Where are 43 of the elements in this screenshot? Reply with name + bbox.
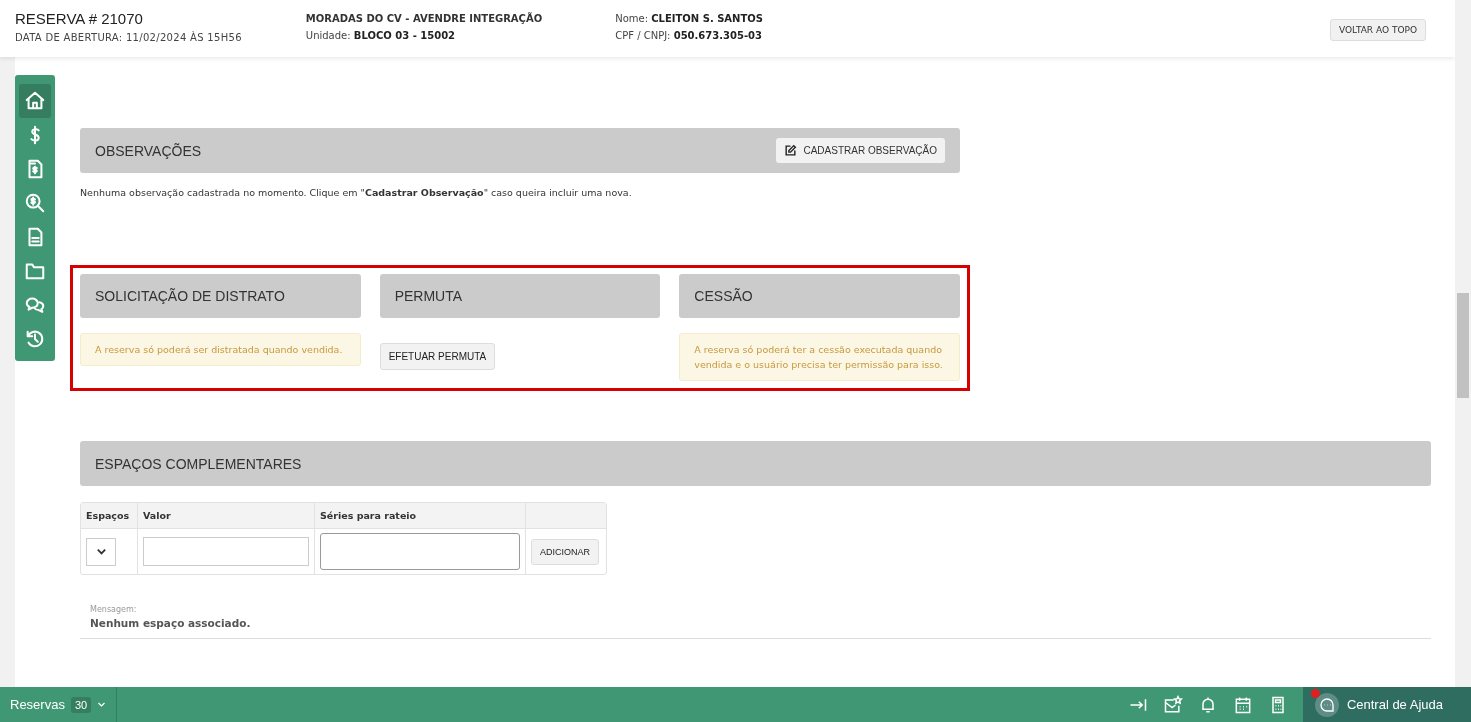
count-badge: 30 xyxy=(70,696,92,713)
add-button[interactable]: ADICIONAR xyxy=(531,538,599,565)
chevron-down-icon xyxy=(95,546,107,557)
message-label: Mensagem: xyxy=(90,605,138,614)
reservations-label: Reservas xyxy=(10,697,65,712)
reservations-menu[interactable]: Reservas 30 xyxy=(0,687,118,722)
document-value: 050.673.305-03 xyxy=(673,30,762,41)
section-title: ESPAÇOS COMPLEMENTARES xyxy=(95,455,302,472)
message-text: Nenhum espaço associado. xyxy=(90,617,252,629)
column-header: Espaços xyxy=(81,503,138,529)
chat-bubble-icon xyxy=(1314,692,1339,717)
section-title: SOLICITAÇÃO DE DISTRATO xyxy=(95,288,285,304)
opening-date: DATA DE ABERTURA: 11/02/2024 ÀS 15H56 xyxy=(15,32,242,43)
history-icon xyxy=(24,328,46,350)
name-label: Nome: xyxy=(615,13,649,24)
scrollbar-thumb[interactable] xyxy=(1457,293,1469,398)
home-icon xyxy=(24,90,46,112)
mail-star-icon[interactable] xyxy=(1162,694,1183,715)
project-name: MORADAS DO CV - AVENDRE INTEGRAÇÃO xyxy=(305,13,543,24)
document-label: CPF / CNPJ: xyxy=(615,30,671,41)
swap-button[interactable]: EFETUAR PERMUTA xyxy=(379,343,496,370)
observations-message: Nenhuma observação cadastrada no momento. Clique em "Cadastrar Observação" caso queira incluir uma nova. xyxy=(80,187,633,198)
add-observation-button[interactable]: CADASTRAR OBSERVAÇÃO xyxy=(776,138,945,163)
section-title: PERMUTA xyxy=(394,288,463,304)
back-to-top-button[interactable]: VOLTAR AO TOPO xyxy=(1330,19,1426,41)
column-header: Séries para rateio xyxy=(315,503,526,529)
series-input[interactable] xyxy=(320,533,520,570)
reservation-title: RESERVA # 21070 xyxy=(15,10,144,27)
section-title: CESSÃO xyxy=(694,288,753,304)
name-value: CLEITON S. SANTOS xyxy=(651,13,763,24)
column-header: Valor xyxy=(138,503,315,529)
help-center-button[interactable]: Central de Ajuda xyxy=(1302,687,1471,722)
unit-label: Unidade: xyxy=(305,30,351,41)
unit-value: BLOCO 03 - 15002 xyxy=(353,30,456,41)
value-input[interactable] xyxy=(143,537,309,566)
chevron-down-icon xyxy=(97,700,107,709)
sidebar-item[interactable] xyxy=(19,84,51,118)
warning-alert: A reserva só poderá ter a cessão executada quando vendida e o usuário precisa ter permissão para isso. xyxy=(679,333,960,381)
search-money-icon xyxy=(24,192,46,214)
warning-alert: A reserva só poderá ser distratada quando vendida. xyxy=(80,333,361,366)
section-title: OBSERVAÇÕES xyxy=(95,142,202,159)
spaces-select[interactable] xyxy=(86,537,116,566)
edit-icon xyxy=(784,144,798,157)
